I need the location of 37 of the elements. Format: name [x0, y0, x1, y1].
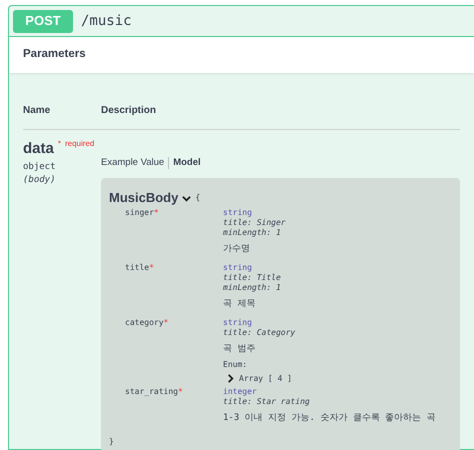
- endpoint-path: /music: [81, 12, 132, 30]
- property-name: category*: [125, 318, 168, 327]
- model-tab[interactable]: Example Value: [101, 156, 164, 170]
- property-description: 가수명: [223, 244, 250, 255]
- property-description: 곡 범주: [223, 344, 256, 355]
- property-type: string: [223, 208, 252, 218]
- property-description: 1-3 이내 지정 가능. 숫자가 클수록 좋아하는 곡: [223, 412, 436, 424]
- enum-summary[interactable]: Array [ 4 ]: [239, 374, 292, 384]
- property-name: title*: [125, 262, 154, 272]
- required-mark: *: [58, 138, 61, 150]
- parameter-type: object: [23, 160, 57, 174]
- property-type: string: [223, 318, 252, 328]
- property-detail: title: Title: [223, 272, 281, 283]
- required-label: required: [64, 138, 94, 150]
- property-detail: title: Star rating: [223, 396, 310, 407]
- property-type: string: [223, 262, 252, 273]
- enum-label: Enum:: [223, 360, 248, 370]
- property-name: singer*: [125, 208, 159, 217]
- model-tab[interactable]: Model: [173, 156, 201, 170]
- open-brace: {: [195, 193, 200, 203]
- property-detail: title: Singer: [223, 218, 286, 228]
- property-name: star_rating*: [125, 386, 183, 396]
- close-brace: }: [109, 436, 115, 447]
- property-type: integer: [223, 386, 257, 397]
- parameter-name: data: [23, 139, 54, 159]
- section-title: Parameters: [23, 47, 86, 62]
- parameter-location: (body): [23, 174, 57, 187]
- column-header: Name: [23, 105, 50, 116]
- property-description: 곡 제목: [223, 298, 256, 310]
- property-detail: minLength: 1: [223, 282, 281, 293]
- property-detail: title: Category: [223, 328, 296, 338]
- chevron-icon[interactable]: [182, 194, 192, 202]
- column-header: Description: [101, 105, 156, 116]
- method-badge: POST: [13, 10, 73, 32]
- property-detail: minLength: 1: [223, 228, 281, 238]
- model-name: MusicBody: [109, 189, 178, 208]
- chevron-icon[interactable]: [226, 374, 235, 384]
